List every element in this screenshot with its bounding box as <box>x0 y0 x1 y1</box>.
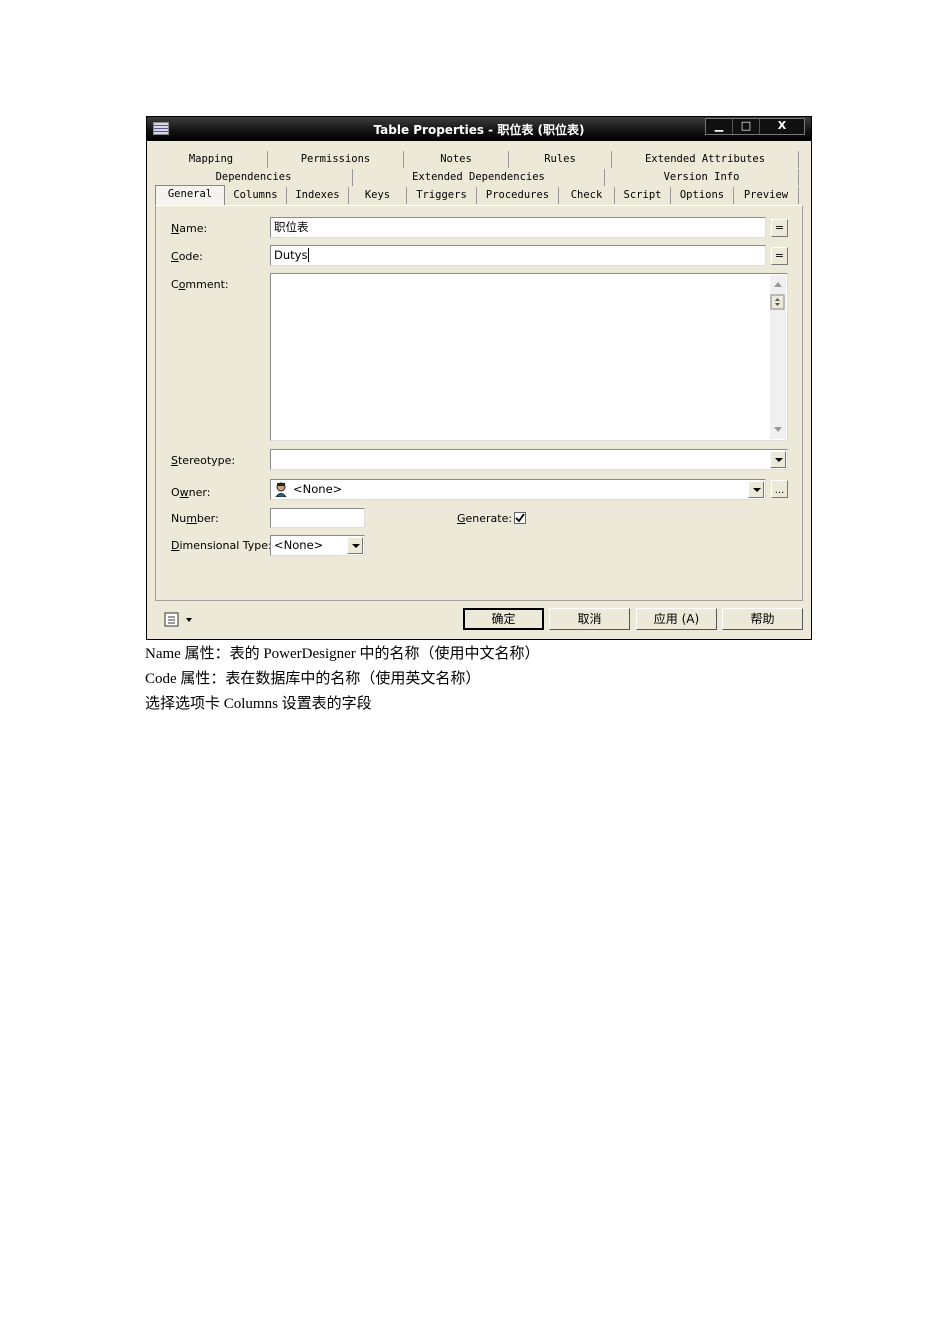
table-properties-window: Table Properties - 职位表 (职位表) ▁ □ X Mappi… <box>146 116 812 640</box>
caption-line-2: Code 属性：表在数据库中的名称（使用英文名称） <box>145 671 481 687</box>
generate-checkbox[interactable] <box>514 512 526 524</box>
comment-scrollbar[interactable] <box>770 275 786 439</box>
tab-triggers[interactable]: Triggers <box>407 187 477 204</box>
tab-notes[interactable]: Notes <box>404 151 509 168</box>
cancel-button[interactable]: 取消 <box>549 608 630 630</box>
tab-script[interactable]: Script <box>615 187 671 204</box>
checkmark-icon <box>515 513 525 523</box>
tab-extended-dependencies[interactable]: Extended Dependencies <box>353 169 605 186</box>
code-label: Code: <box>171 250 203 263</box>
close-button[interactable]: X <box>759 119 804 134</box>
tab-dependencies[interactable]: Dependencies <box>155 169 353 186</box>
user-icon <box>275 482 287 497</box>
tab-rules[interactable]: Rules <box>509 151 612 168</box>
tab-row-2: Dependencies Extended Dependencies Versi… <box>155 169 799 186</box>
tab-row-1: Mapping Permissions Notes Rules Extended… <box>155 151 799 168</box>
code-field[interactable]: Dutys <box>270 245 766 266</box>
tab-preview[interactable]: Preview <box>734 187 799 204</box>
generate-label: Generate: <box>457 512 513 525</box>
tab-check[interactable]: Check <box>559 187 615 204</box>
tab-indexes[interactable]: Indexes <box>287 187 349 204</box>
properties-menu-icon <box>164 612 192 627</box>
number-field[interactable] <box>270 508 365 528</box>
tab-general[interactable]: General <box>155 185 225 205</box>
dimensional-type-dropdown-button[interactable] <box>347 537 363 554</box>
ok-button[interactable]: 确定 <box>463 608 544 630</box>
name-label: Name: <box>171 222 208 235</box>
tab-procedures[interactable]: Procedures <box>477 187 559 204</box>
apply-button[interactable]: 应用 (A) <box>636 608 717 630</box>
help-button[interactable]: 帮助 <box>722 608 803 630</box>
number-label: Number: <box>171 512 219 525</box>
stereotype-combobox[interactable] <box>270 449 788 470</box>
name-field[interactable]: 职位表 <box>270 217 766 238</box>
caption-line-3: 选择选项卡 Columns 设置表的字段 <box>145 696 372 712</box>
stereotype-label: Stereotype: <box>171 454 236 467</box>
tab-permissions[interactable]: Permissions <box>268 151 404 168</box>
comment-label: Comment: <box>171 278 229 291</box>
owner-label: Owner: <box>171 486 211 499</box>
window-controls: ▁ □ X <box>705 118 805 135</box>
owner-combobox[interactable]: <None> <box>270 479 766 500</box>
dimensional-type-label: Dimensional Type: <box>171 539 272 552</box>
tab-mapping[interactable]: Mapping <box>155 151 268 168</box>
tab-extended-attributes[interactable]: Extended Attributes <box>612 151 799 168</box>
title-bar[interactable]: Table Properties - 职位表 (职位表) ▁ □ X <box>147 117 811 141</box>
code-autoconvert-button[interactable]: = <box>771 247 788 265</box>
tab-columns[interactable]: Columns <box>225 187 287 204</box>
tab-row-3: General Columns Indexes Keys Triggers Pr… <box>155 185 799 205</box>
owner-browse-button[interactable]: ... <box>771 480 788 498</box>
tab-version-info[interactable]: Version Info <box>605 169 799 186</box>
owner-dropdown-button[interactable] <box>748 481 764 498</box>
menu-button[interactable] <box>163 611 197 629</box>
name-autoconvert-button[interactable]: = <box>771 219 788 237</box>
caption-line-1: Name 属性：表的 PowerDesigner 中的名称（使用中文名称） <box>145 646 540 662</box>
tab-keys[interactable]: Keys <box>349 187 407 204</box>
maximize-button[interactable]: □ <box>732 119 759 134</box>
tab-options[interactable]: Options <box>671 187 734 204</box>
comment-textarea[interactable] <box>270 273 788 441</box>
minimize-button[interactable]: ▁ <box>706 119 732 134</box>
stereotype-dropdown-button[interactable] <box>770 451 786 468</box>
scrollbar-arrows-icon <box>770 282 785 432</box>
